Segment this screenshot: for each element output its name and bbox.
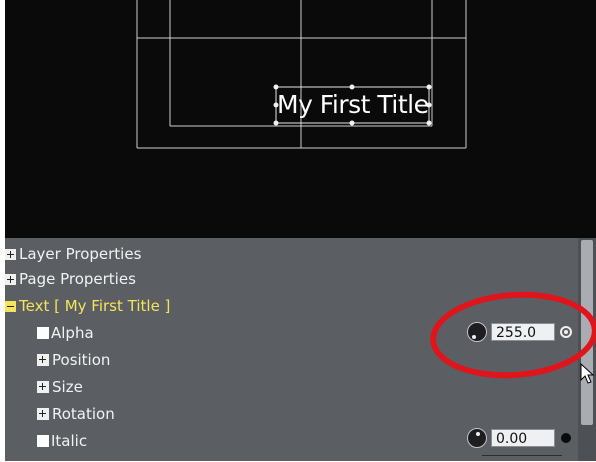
expand-icon[interactable] [5, 274, 16, 285]
property-position[interactable]: Position [37, 349, 110, 371]
expand-icon[interactable] [37, 408, 49, 420]
preview-canvas[interactable]: My First Title [5, 0, 596, 238]
group-label: Layer Properties [19, 245, 142, 263]
expand-icon[interactable] [37, 354, 49, 366]
keyframe-checkbox[interactable] [37, 435, 49, 447]
property-label: Alpha [51, 324, 94, 342]
group-label: Text [ My First Title ] [19, 297, 171, 315]
canvas-title-text[interactable]: My First Title [277, 88, 429, 122]
mouse-cursor-icon [580, 363, 595, 384]
keyframe-icon[interactable] [561, 433, 571, 443]
italic-knob-icon[interactable] [467, 428, 487, 448]
property-label: Size [52, 378, 83, 396]
property-label: Position [52, 351, 111, 369]
group-layer-properties[interactable]: Layer Properties [5, 243, 141, 265]
property-italic[interactable]: Italic [37, 430, 87, 452]
expand-icon[interactable] [5, 249, 16, 260]
property-label: Rotation [52, 405, 115, 423]
group-text-properties[interactable]: Text [ My First Title ] [5, 295, 170, 317]
property-alpha[interactable]: Alpha [37, 322, 94, 344]
collapse-icon[interactable] [5, 301, 16, 312]
property-label: Italic [51, 432, 88, 450]
keyframe-checkbox[interactable] [37, 327, 49, 339]
group-page-properties[interactable]: Page Properties [5, 268, 136, 290]
property-rotation[interactable]: Rotation [37, 403, 115, 425]
group-label: Page Properties [19, 270, 136, 288]
expand-icon[interactable] [37, 381, 49, 393]
property-size[interactable]: Size [37, 376, 83, 398]
italic-value-field[interactable]: 0.00 [491, 429, 555, 447]
